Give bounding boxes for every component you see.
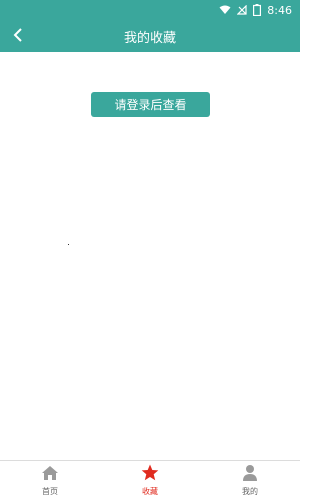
no-signal-icon <box>237 5 247 15</box>
login-to-view-button[interactable]: 请登录后查看 <box>91 92 210 117</box>
status-bar: 8:46 <box>0 0 300 20</box>
tab-label-home: 首页 <box>42 486 58 496</box>
star-icon <box>141 464 159 485</box>
bottom-tab-bar: 首页 收藏 我的 <box>0 460 300 500</box>
wifi-icon <box>219 5 231 15</box>
stray-dot <box>68 244 69 245</box>
tab-mine[interactable]: 我的 <box>200 461 300 500</box>
tab-label-favorites: 收藏 <box>142 487 158 496</box>
user-icon <box>242 464 258 485</box>
tab-favorites[interactable]: 收藏 <box>100 461 200 500</box>
back-button[interactable] <box>6 24 30 48</box>
page-title: 我的收藏 <box>123 30 176 46</box>
chevron-left-icon <box>13 27 23 46</box>
tab-label-mine: 我的 <box>242 487 258 496</box>
home-icon <box>41 465 59 485</box>
title-bar: 我的收藏 <box>0 20 300 52</box>
status-time: 8:46 <box>267 3 292 17</box>
tab-home[interactable]: 首页 <box>0 461 100 500</box>
battery-icon <box>253 4 262 16</box>
